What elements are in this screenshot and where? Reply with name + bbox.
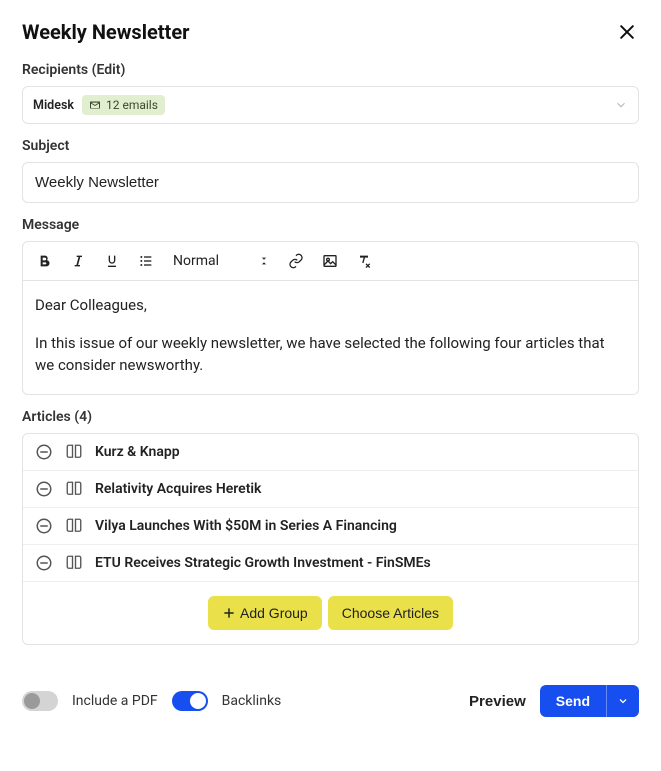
article-title: Vilya Launches With $50M in Series A Fin… bbox=[95, 518, 397, 534]
book-icon bbox=[65, 517, 83, 535]
book-icon bbox=[65, 480, 83, 498]
image-button[interactable] bbox=[319, 250, 341, 272]
list-icon bbox=[138, 253, 154, 269]
recipient-email-count-text: 12 emails bbox=[106, 98, 158, 112]
list-button[interactable] bbox=[135, 250, 157, 272]
chevron-down-icon bbox=[617, 695, 629, 707]
backlinks-label: Backlinks bbox=[222, 693, 282, 709]
choose-articles-button[interactable]: Choose Articles bbox=[328, 596, 453, 630]
message-editor: Normal Dear Colleagues, In this issue of… bbox=[22, 241, 639, 395]
underline-button[interactable] bbox=[101, 250, 123, 272]
article-title: Relativity Acquires Heretik bbox=[95, 481, 261, 497]
recipients-edit-link[interactable]: (Edit) bbox=[92, 62, 126, 78]
articles-label: Articles (4) bbox=[22, 409, 639, 425]
envelope-icon bbox=[89, 99, 101, 111]
clear-format-icon bbox=[356, 253, 372, 269]
recipients-select[interactable]: Midesk 12 emails bbox=[22, 86, 639, 124]
italic-icon bbox=[70, 253, 86, 269]
include-pdf-toggle[interactable] bbox=[22, 691, 58, 711]
clear-format-button[interactable] bbox=[353, 250, 375, 272]
choose-articles-label: Choose Articles bbox=[342, 605, 439, 621]
format-select[interactable]: Normal bbox=[169, 253, 273, 269]
italic-button[interactable] bbox=[67, 250, 89, 272]
add-group-label: Add Group bbox=[240, 605, 308, 621]
preview-button[interactable]: Preview bbox=[469, 693, 526, 710]
article-row[interactable]: Kurz & Knapp bbox=[23, 434, 638, 471]
chevron-down-icon bbox=[614, 98, 628, 112]
article-row[interactable]: Relativity Acquires Heretik bbox=[23, 471, 638, 508]
article-title: ETU Receives Strategic Growth Investment… bbox=[95, 555, 431, 571]
link-button[interactable] bbox=[285, 250, 307, 272]
send-button[interactable]: Send bbox=[540, 685, 606, 717]
format-select-label: Normal bbox=[173, 253, 219, 269]
book-icon bbox=[65, 554, 83, 572]
remove-article-icon[interactable] bbox=[35, 480, 53, 498]
message-line-1: Dear Colleagues, bbox=[35, 295, 626, 317]
bold-button[interactable] bbox=[33, 250, 55, 272]
recipients-label: Recipients (Edit) bbox=[22, 62, 639, 78]
editor-toolbar: Normal bbox=[23, 242, 638, 281]
subject-input[interactable] bbox=[22, 162, 639, 203]
message-line-2: In this issue of our weekly newsletter, … bbox=[35, 333, 626, 377]
close-button[interactable] bbox=[615, 20, 639, 44]
recipients-label-text: Recipients bbox=[22, 62, 88, 78]
articles-list: Kurz & Knapp Relativity Acquires Heretik… bbox=[22, 433, 639, 645]
remove-article-icon[interactable] bbox=[35, 517, 53, 535]
remove-article-icon[interactable] bbox=[35, 443, 53, 461]
backlinks-toggle[interactable] bbox=[172, 691, 208, 711]
send-options-button[interactable] bbox=[606, 685, 639, 717]
message-label: Message bbox=[22, 217, 639, 233]
close-icon bbox=[617, 22, 637, 42]
link-icon bbox=[288, 253, 304, 269]
subject-label: Subject bbox=[22, 138, 639, 154]
include-pdf-label: Include a PDF bbox=[72, 693, 158, 709]
bold-icon bbox=[36, 253, 52, 269]
add-group-button[interactable]: Add Group bbox=[208, 596, 322, 630]
article-title: Kurz & Knapp bbox=[95, 444, 180, 460]
image-icon bbox=[322, 253, 338, 269]
book-icon bbox=[65, 443, 83, 461]
article-row[interactable]: Vilya Launches With $50M in Series A Fin… bbox=[23, 508, 638, 545]
plus-icon bbox=[222, 606, 236, 620]
recipient-email-count-badge: 12 emails bbox=[82, 95, 165, 115]
underline-icon bbox=[104, 253, 120, 269]
recipient-group-name: Midesk bbox=[33, 98, 74, 113]
message-body[interactable]: Dear Colleagues, In this issue of our we… bbox=[23, 281, 638, 394]
select-caret-icon bbox=[259, 256, 269, 266]
article-row[interactable]: ETU Receives Strategic Growth Investment… bbox=[23, 545, 638, 582]
modal-title: Weekly Newsletter bbox=[22, 20, 189, 44]
remove-article-icon[interactable] bbox=[35, 554, 53, 572]
